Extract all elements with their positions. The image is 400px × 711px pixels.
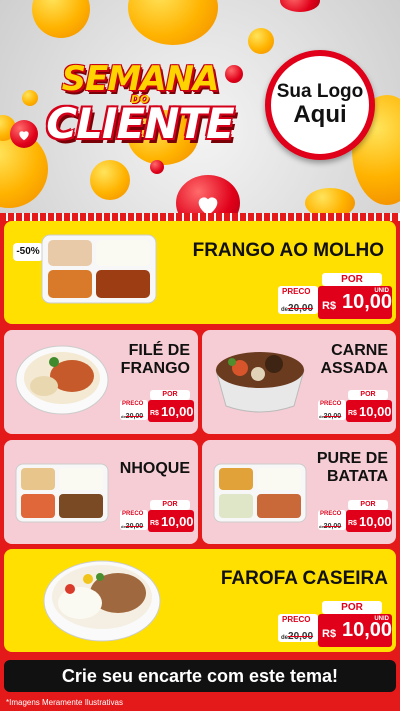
- logo-line-1: Sua Logo: [276, 81, 364, 103]
- food-tray-image: [41, 234, 157, 304]
- old-price-box: PRECO de20,00: [278, 286, 318, 314]
- emoji-decoration: [248, 28, 274, 54]
- product-name: FILÉ DE FRANGO: [120, 342, 190, 377]
- emoji-decoration: [32, 0, 90, 38]
- emoji-decoration: [90, 160, 130, 200]
- food-bowl-image: [215, 352, 305, 413]
- logo-placeholder: Sua Logo Aqui: [265, 50, 375, 160]
- product-card-frango-ao-molho: -50% FRANGO AO MOLHO POR PRECO de20,00 R…: [4, 221, 396, 324]
- currency-label: R$: [150, 520, 159, 527]
- currency-label: R$: [150, 410, 159, 417]
- price-tag: POR PRECO de20,00 R$ 10,00 UNID: [278, 273, 392, 319]
- product-name: CARNE ASSADA: [320, 342, 388, 377]
- por-label: POR: [322, 601, 382, 614]
- emoji-decoration: [128, 0, 218, 45]
- preco-label: PRECO: [320, 401, 342, 407]
- old-price: de20,00: [281, 631, 314, 642]
- old-price: de20,00: [319, 523, 342, 530]
- new-price: 10,00: [161, 514, 194, 529]
- new-price-box: R$ 10,00: [148, 510, 194, 532]
- old-price-box: PRECO de20,00: [318, 400, 346, 420]
- por-label: POR: [322, 273, 382, 286]
- heart-icon: [198, 197, 218, 215]
- price-tag: POR PRECO de20,00 R$ 10,00: [318, 390, 394, 422]
- cta-banner: Crie seu encarte com este tema!: [4, 660, 396, 692]
- unit-label: UNID: [374, 616, 389, 622]
- currency-label: R$: [348, 520, 357, 527]
- hero-banner: SEMANA DO CLIENTE Sua Logo Aqui: [0, 0, 400, 215]
- disclaimer-text: *Imagens Meramente Ilustrativas: [6, 698, 123, 707]
- price-tag: POR PRECO de20,00 R$ 10,00: [120, 500, 196, 532]
- old-price-box: PRECO de20,00: [318, 510, 346, 530]
- old-price: de20,00: [281, 303, 314, 314]
- emoji-decoration: [305, 188, 355, 215]
- product-card-file-de-frango: FILÉ DE FRANGO POR PRECO de20,00 R$ 10,00: [4, 330, 198, 434]
- heart-emoji-decoration: [280, 0, 320, 12]
- new-price: 10,00: [342, 619, 393, 641]
- currency-label: R$: [322, 300, 337, 312]
- currency-label: R$: [322, 628, 337, 640]
- por-label: POR: [348, 500, 388, 510]
- logo-line-2: Aqui: [293, 101, 347, 129]
- food-bowl-image: [15, 345, 109, 415]
- old-price-box: PRECO de20,00: [278, 614, 318, 642]
- new-price-box: R$ 10,00 UNID: [318, 286, 392, 319]
- preco-label: PRECO: [122, 401, 144, 407]
- new-price: 10,00: [342, 291, 393, 313]
- heart-emoji-decoration: [150, 160, 164, 174]
- product-card-pure-de-batata: PURE DE BATATA POR PRECO de20,00 R$ 10,00: [202, 440, 396, 544]
- heart-emoji-decoration: [176, 175, 240, 215]
- product-card-nhoque: NHOQUE POR PRECO de20,00 R$ 10,00: [4, 440, 198, 544]
- currency-label: R$: [348, 410, 357, 417]
- preco-label: PRECO: [282, 287, 311, 296]
- price-tag: POR PRECO de20,00 R$ 10,00 UNID: [278, 601, 392, 647]
- preco-label: PRECO: [122, 511, 144, 517]
- price-tag: POR PRECO de20,00 R$ 10,00: [318, 500, 394, 532]
- new-price-box: R$ 10,00: [148, 400, 194, 422]
- product-card-farofa-caseira: FAROFA CASEIRA POR PRECO de20,00 R$ 10,0…: [4, 549, 396, 652]
- old-price: de20,00: [121, 523, 144, 530]
- por-label: POR: [348, 390, 388, 400]
- new-price-box: R$ 10,00: [346, 400, 392, 422]
- product-name: NHOQUE: [119, 460, 190, 477]
- product-name: PURE DE BATATA: [316, 450, 388, 485]
- new-price: 10,00: [161, 404, 194, 419]
- campaign-title: SEMANA DO CLIENTE: [20, 62, 260, 145]
- discount-badge: -50%: [13, 243, 43, 261]
- unit-label: UNID: [374, 288, 389, 294]
- price-tag: POR PRECO de20,00 R$ 10,00: [120, 390, 196, 422]
- new-price: 10,00: [359, 404, 392, 419]
- preco-label: PRECO: [282, 615, 311, 624]
- new-price-box: R$ 10,00 UNID: [318, 614, 392, 647]
- por-label: POR: [150, 390, 190, 400]
- food-bowl-image: [43, 560, 161, 642]
- product-card-carne-assada: CARNE ASSADA POR PRECO de20,00 R$ 10,00: [202, 330, 396, 434]
- old-price-box: PRECO de20,00: [120, 510, 148, 530]
- new-price: 10,00: [359, 514, 392, 529]
- new-price-box: R$ 10,00: [346, 510, 392, 532]
- old-price: de20,00: [121, 413, 144, 420]
- product-name: FRANGO AO MOLHO: [192, 240, 384, 261]
- old-price-box: PRECO de20,00: [120, 400, 148, 420]
- title-line-cliente: CLIENTE: [46, 99, 234, 148]
- product-name: FAROFA CASEIRA: [220, 568, 388, 589]
- old-price: de20,00: [319, 413, 342, 420]
- title-line-semana: SEMANA: [61, 59, 220, 99]
- por-label: POR: [150, 500, 190, 510]
- food-tray-image: [213, 463, 307, 523]
- preco-label: PRECO: [320, 511, 342, 517]
- food-tray-image: [15, 463, 109, 523]
